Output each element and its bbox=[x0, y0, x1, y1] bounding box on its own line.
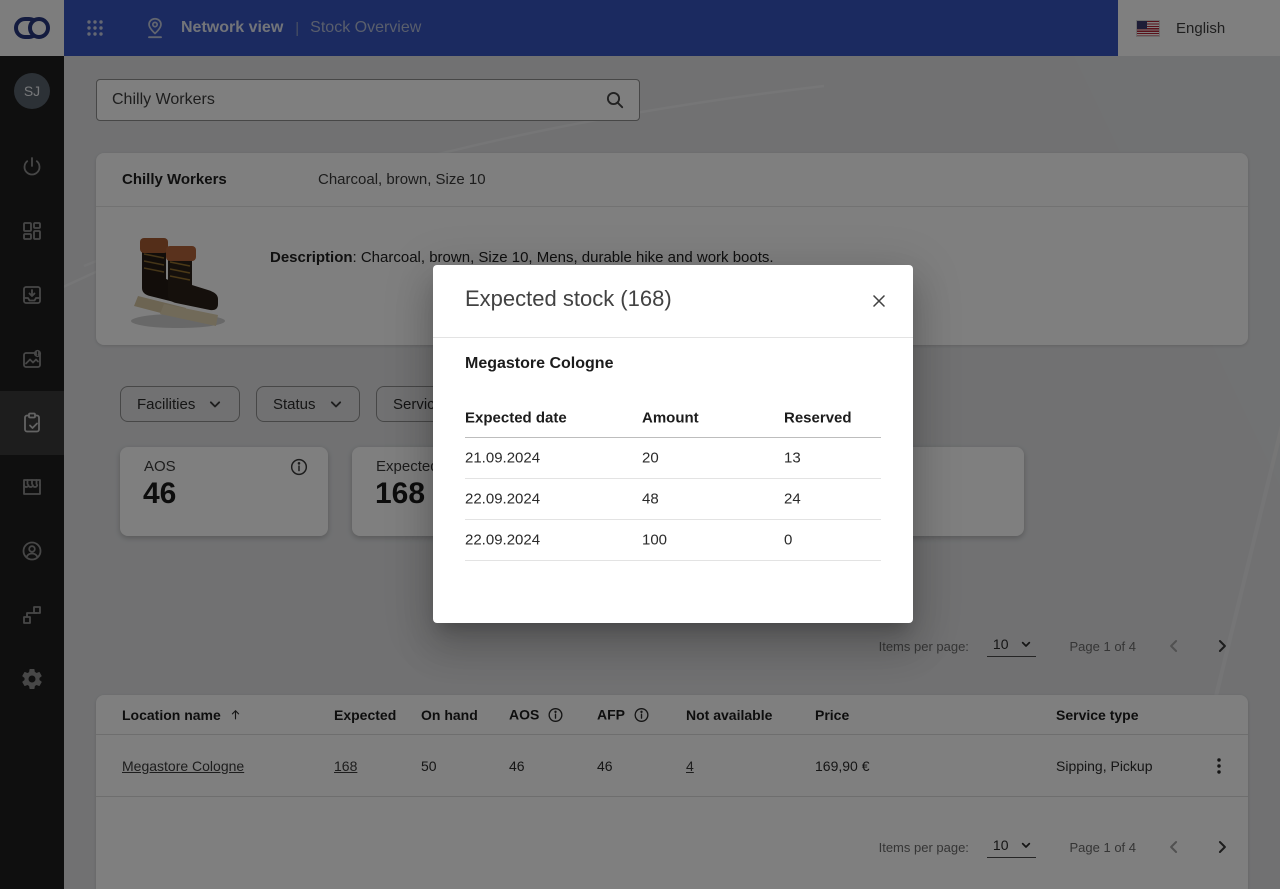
amount: 48 bbox=[642, 491, 659, 508]
expected-date: 22.09.2024 bbox=[465, 532, 540, 549]
modal-table-row: 22.09.2024 100 0 bbox=[465, 520, 881, 561]
modal-store-name: Megastore Cologne bbox=[465, 355, 613, 373]
reserved: 13 bbox=[784, 450, 801, 467]
modal-table-header: Expected date Amount Reserved bbox=[465, 398, 881, 438]
modal-header: Expected stock (168) bbox=[433, 265, 913, 338]
expected-stock-modal: Expected stock (168) Megastore Cologne E… bbox=[433, 265, 913, 623]
close-icon[interactable] bbox=[865, 287, 893, 315]
expected-date: 22.09.2024 bbox=[465, 491, 540, 508]
expected-date: 21.09.2024 bbox=[465, 450, 540, 467]
modal-column-date: Expected date bbox=[465, 409, 567, 426]
modal-table: Expected date Amount Reserved 21.09.2024… bbox=[465, 398, 881, 561]
reserved: 0 bbox=[784, 532, 792, 549]
modal-column-amount: Amount bbox=[642, 409, 699, 426]
modal-table-row: 22.09.2024 48 24 bbox=[465, 479, 881, 520]
amount: 100 bbox=[642, 532, 667, 549]
modal-column-reserved: Reserved bbox=[784, 409, 852, 426]
modal-title: Expected stock (168) bbox=[465, 286, 672, 312]
amount: 20 bbox=[642, 450, 659, 467]
modal-table-row: 21.09.2024 20 13 bbox=[465, 438, 881, 479]
reserved: 24 bbox=[784, 491, 801, 508]
